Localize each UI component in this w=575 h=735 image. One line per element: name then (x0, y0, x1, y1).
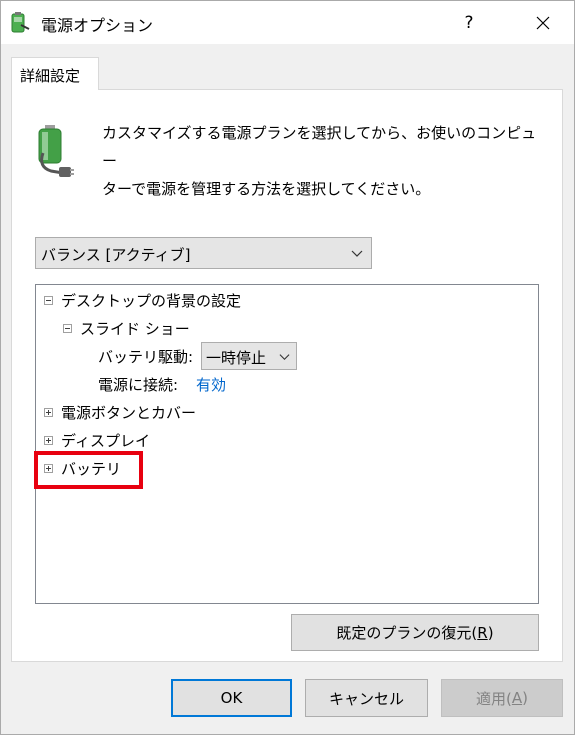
plugged-in-label: 電源に接続: (98, 376, 179, 394)
battery-plug-icon (38, 125, 74, 177)
help-button[interactable]: ? (447, 1, 491, 44)
tab-label: 詳細設定 (20, 67, 81, 85)
restore-accel-key: R (477, 623, 488, 642)
cancel-label: キャンセル (328, 689, 404, 708)
apply-end: ) (522, 689, 528, 707)
on-battery-label: バッテリ駆動: (98, 348, 194, 366)
settings-tree[interactable]: デスクトップの背景の設定 スライド ショー バッテリ駆動: 一時停止 電源に接続… (35, 284, 539, 604)
ok-label: OK (220, 689, 243, 707)
power-plan-value: バランス [アクティブ] (41, 246, 191, 264)
restore-defaults-button[interactable]: 既定のプランの復元(R) (291, 614, 539, 651)
ok-button[interactable]: OK (171, 679, 292, 717)
battery-highlight-box (34, 451, 143, 489)
expand-icon[interactable] (44, 408, 53, 417)
description-line-1: カスタマイズする電源プランを選択してから、お使いのコンピュー (102, 124, 537, 170)
chevron-down-icon (351, 250, 363, 257)
collapse-icon[interactable] (63, 324, 72, 333)
restore-text: 既定のプランの復元( (336, 624, 478, 642)
description-text: カスタマイズする電源プランを選択してから、お使いのコンピュー ターで電源を管理す… (102, 119, 542, 203)
tree-item-desktop-background[interactable]: デスクトップの背景の設定 (61, 290, 241, 311)
tree-item-power-buttons[interactable]: 電源ボタンとカバー (61, 402, 196, 423)
power-plan-dropdown[interactable]: バランス [アクティブ] (35, 237, 372, 269)
collapse-icon[interactable] (44, 296, 53, 305)
window-title: 電源オプション (41, 16, 154, 35)
apply-accel-key: A (511, 689, 523, 707)
tree-item-slideshow[interactable]: スライド ショー (80, 318, 190, 339)
on-battery-value: 一時停止 (206, 349, 267, 367)
apply-text: 適用( (476, 689, 512, 708)
restore-end: ) (487, 623, 494, 642)
power-options-icon (11, 12, 30, 33)
tree-item-display[interactable]: ディスプレイ (61, 430, 150, 451)
description-line-2: ターで電源を管理する方法を選択してください。 (102, 180, 431, 198)
on-battery-dropdown[interactable]: 一時停止 (201, 342, 297, 370)
tab-advanced-settings[interactable]: 詳細設定 (11, 57, 99, 90)
help-icon: ? (464, 12, 474, 33)
chevron-down-icon (279, 354, 290, 361)
close-icon (536, 16, 550, 29)
cancel-button[interactable]: キャンセル (305, 679, 428, 717)
apply-button[interactable]: 適用(A) (441, 679, 563, 717)
close-button[interactable] (521, 1, 565, 44)
plugged-in-value-link[interactable]: 有効 (196, 374, 226, 395)
title-bar[interactable]: 電源オプション ? (1, 1, 574, 44)
expand-icon[interactable] (44, 436, 53, 445)
